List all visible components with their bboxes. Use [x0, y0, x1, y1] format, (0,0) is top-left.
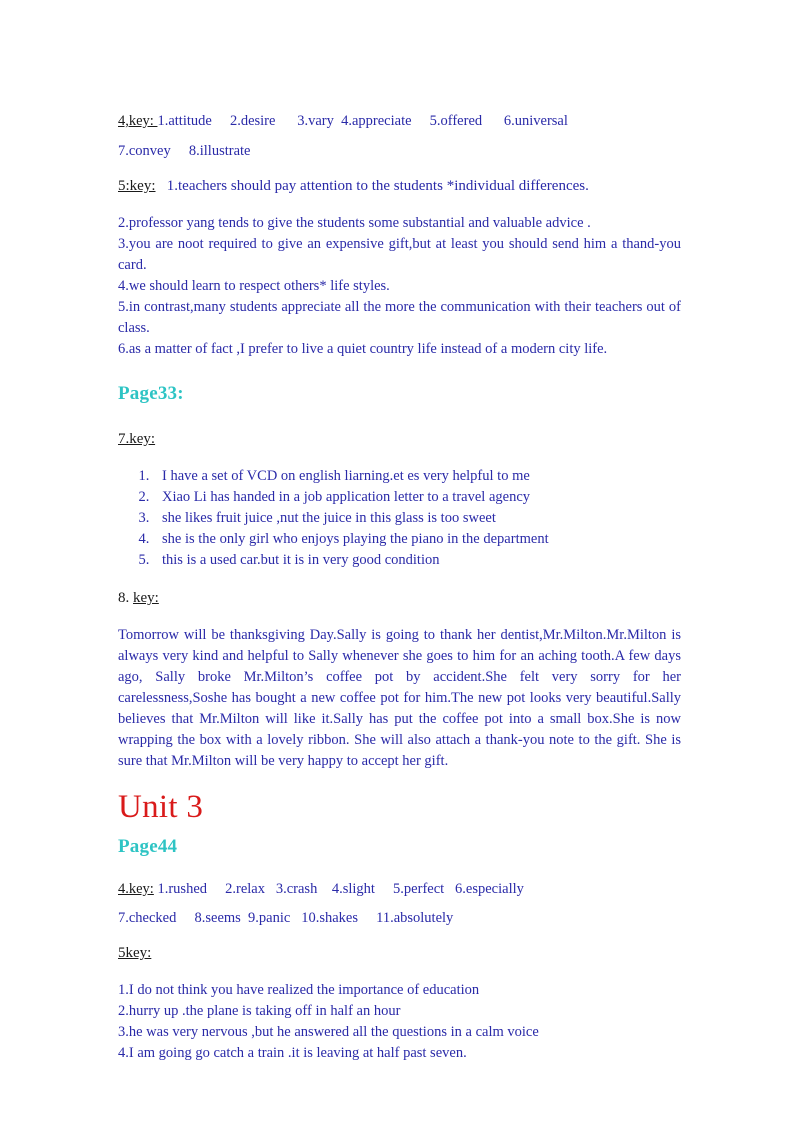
key5-bottom-item2: 2.hurry up .the plane is taking off in h… — [118, 1003, 401, 1019]
key8-paragraph: Tomorrow will be thanksgiving Day.Sally … — [118, 627, 681, 769]
page33-heading: Page33: — [118, 383, 184, 404]
document-page: 4,key: 1.attitude 2.desire 3.vary 4.appr… — [0, 0, 800, 1132]
key5-top-item4: 4.we should learn to respect others* lif… — [118, 278, 390, 294]
answer-block-key5-top-header: 5:key: 1.teachers should pay attention t… — [118, 175, 681, 197]
key8-label: key: — [133, 590, 159, 606]
key4-bottom-items-line1: 1.rushed 2.relax 3.crash 4.slight 5.perf… — [153, 881, 524, 897]
key7-answer-list: I have a set of VCD on english liarning.… — [118, 466, 681, 571]
answer-block-key7-header: 7.key: — [118, 428, 681, 450]
key5-bottom-label: 5key: — [118, 945, 152, 961]
key5-top-item3: 3.you are noot required to give an expen… — [118, 236, 681, 273]
list-item: she likes fruit juice ,nut the juice in … — [153, 508, 681, 529]
page44-heading: Page44 — [118, 836, 178, 857]
key8-number: 8. — [118, 590, 133, 606]
key4-bottom-items-line2-row: 7.checked 8.seems 9.panic 10.shakes 11.a… — [118, 904, 681, 933]
document-body: 4,key: 1.attitude 2.desire 3.vary 4.appr… — [118, 106, 681, 1064]
list-item: this is a used car.but it is in very goo… — [153, 550, 681, 571]
key4-top-items-line2: 7.convey 8.illustrate — [118, 143, 251, 159]
unit3-heading: Unit 3 — [118, 789, 204, 825]
key5-top-item5: 5.in contrast,many students appreciate a… — [118, 299, 681, 336]
answer-block-key8-header: 8. key: — [118, 587, 681, 609]
list-item: she is the only girl who enjoys playing … — [153, 529, 681, 550]
key4-top-label: 4,key: — [118, 113, 158, 129]
key4-top-items-line1: 1.attitude 2.desire 3.vary 4.appreciate … — [157, 113, 568, 129]
list-item: Xiao Li has handed in a job application … — [153, 487, 681, 508]
answer-block-key5-bottom-header: 5key: — [118, 942, 681, 964]
key5-top-item6: 6.as a matter of fact ,I prefer to live … — [118, 341, 608, 357]
key4-bottom-items-line2: 7.checked 8.seems 9.panic 10.shakes 11.a… — [118, 910, 454, 926]
key5-bottom-item4: 4.I am going go catch a train .it is lea… — [118, 1045, 467, 1061]
key5-bottom-item1: 1.I do not think you have realized the i… — [118, 982, 480, 998]
key7-label: 7.key: — [118, 431, 156, 447]
list-item: I have a set of VCD on english liarning.… — [153, 466, 681, 487]
answer-block-key4-bottom-line1: 4.key: 1.rushed 2.relax 3.crash 4.slight… — [118, 875, 681, 904]
key4-bottom-label: 4.key: — [118, 881, 154, 897]
key5-top-label: 5:key: — [118, 178, 156, 194]
key5-bottom-item3: 3.he was very nervous ,but he answered a… — [118, 1024, 539, 1040]
key4-top-items-line2-row: 7.convey 8.illustrate — [118, 136, 681, 166]
key5-top-item1: 1.teachers should pay attention to the s… — [155, 178, 589, 194]
key5-top-item2: 2.professor yang tends to give the stude… — [118, 215, 591, 231]
answer-block-key4-top-line1: 4,key: 1.attitude 2.desire 3.vary 4.appr… — [118, 106, 681, 136]
